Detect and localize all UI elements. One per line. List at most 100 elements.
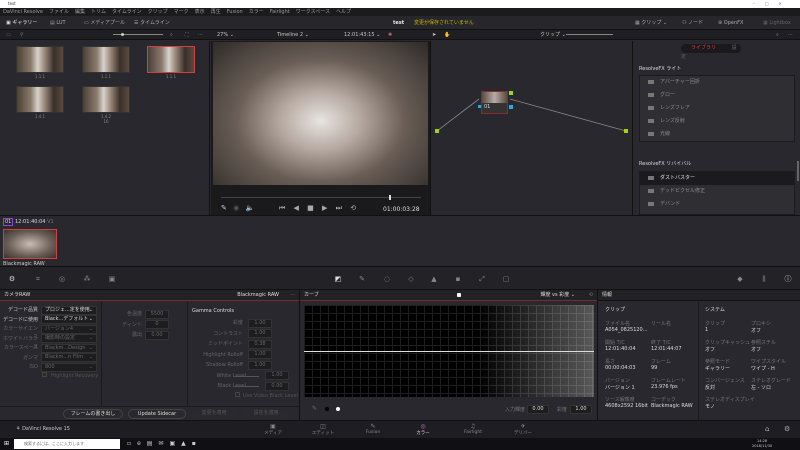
raw-field-dropdown[interactable]: プロジェ...定を使用 ⌄ [41,305,97,315]
menu-item[interactable]: DaVinci Resolve [3,9,43,15]
highlight-recovery-checkbox[interactable]: Highlight Recovery [42,372,98,380]
node-zoom-slider[interactable] [566,34,613,35]
timeline-dropdown[interactable]: Timeline 2 ⌄ [277,30,309,40]
person-icon[interactable]: ⚲ [20,30,24,40]
still-thumbnail[interactable] [82,86,130,113]
still-thumbnail[interactable] [16,46,64,73]
thumb-size-slider[interactable] [113,33,163,36]
menu-item[interactable]: 編集 [75,9,85,15]
raw-field-dropdown[interactable]: バージョン4 ⌄ [41,324,97,334]
reset-icon[interactable]: ⟲ [589,290,593,301]
camera-raw-icon[interactable]: ⚙ [8,275,16,283]
rgb-mixer-icon[interactable]: ⁂ [83,275,91,283]
play-button[interactable]: ▶ [322,204,327,212]
reverse-button[interactable]: ◀ [294,204,299,212]
timecode-dropdown[interactable]: 12:01:43:15 ⌄ [344,30,380,40]
menu-item[interactable]: カラー [249,9,264,15]
saturation-field[interactable]: 1.00 [570,405,592,414]
export-frame-button[interactable]: フレームの書き出し [63,409,123,419]
raw-field-dropdown[interactable]: Blackm...Design ⌄ [41,343,97,353]
fx-item[interactable]: ダストバスター [640,172,794,185]
raw-param-field[interactable]: 0.00 [145,330,169,340]
color-match-icon[interactable]: ⌗ [34,275,42,283]
last-frame-button[interactable]: ⏭ [336,204,342,212]
fx-item[interactable]: レンズフレア [640,102,794,115]
window-controls[interactable]: –□× [753,0,792,8]
fx-item[interactable]: デッドピクセル修正 [640,185,794,198]
fx-item[interactable]: アパーチャー回折 [640,76,794,89]
gamma-field[interactable]: 1.00 [248,329,272,338]
raw-field-dropdown[interactable]: Blackm...n Film ⌄ [41,353,97,362]
page-tab-2[interactable]: ✎ Fusion [358,423,388,435]
gamma-field[interactable]: 1.00 [248,318,272,328]
media-pool-button[interactable]: ▭ メディアプール [84,16,125,30]
fx-item[interactable]: 光線 [640,128,794,141]
still-thumbnail[interactable] [82,46,130,73]
fx-item[interactable]: デバンド [640,198,794,211]
3d-icon[interactable]: ▢ [502,275,510,283]
gamma-field[interactable]: 0.00 [265,381,289,391]
curve-picker-icon[interactable]: ✎ [312,405,317,412]
raw-param-field[interactable]: 0 [145,320,169,329]
color-wheels-icon[interactable]: ◎ [58,275,66,283]
pointer-icon[interactable]: ➤ [432,30,436,40]
node-mode-dropdown[interactable]: クリップ ⌄ [540,30,566,40]
lightbox-button[interactable]: ▦ Lightbox [763,16,791,30]
hand-icon[interactable]: ✋ [444,30,450,40]
motion-effects-icon[interactable]: ▣ [108,275,116,283]
window-icon[interactable]: ◌ [383,275,391,283]
more-icon[interactable]: ··· [290,290,295,301]
page-tab-4[interactable]: ♫ Fairlight [458,423,488,435]
start-icon[interactable]: ⊞ [4,440,9,447]
library-search-icon[interactable]: ⌕ [776,30,779,40]
fx-item[interactable]: グロー [640,89,794,102]
settings-icon[interactable]: ⚙ [784,425,790,433]
gamma-slider[interactable] [235,386,259,387]
menu-item[interactable]: トリム [91,9,106,15]
raw-field-dropdown[interactable]: 800 ⌄ [41,362,97,372]
black-point-icon[interactable] [325,407,329,411]
library-scrollbar[interactable] [797,161,799,181]
still-thumbnail[interactable] [147,46,195,73]
menu-item[interactable]: タイムライン [112,9,142,15]
curves-icon[interactable]: ◩ [334,275,342,283]
gamma-field[interactable]: 1.00 [248,360,272,370]
use-video-black-checkbox[interactable]: Use Video Black Level [235,392,298,400]
white-point-icon[interactable] [336,407,340,411]
curve-line[interactable] [304,351,594,352]
still-thumbnail[interactable] [16,86,64,113]
menu-item[interactable]: ワークスペース [296,9,330,15]
tab-library[interactable]: ライブラリ [681,45,716,51]
menu-item[interactable]: ファイル [49,9,69,15]
lut-button[interactable]: ▤ LUT [50,16,66,30]
taskbar-search[interactable]: 検索するには、ここに入力します [14,439,120,449]
menu-item[interactable]: クリップ [148,9,168,15]
highlight-icon[interactable]: ◉ [233,204,241,212]
page-tab-5[interactable]: ✈ デリバー [508,423,538,436]
scrubber-bar[interactable] [221,195,421,200]
more-icon[interactable]: ··· [198,30,203,40]
menu-item[interactable]: マーク [174,9,189,15]
raw-field-dropdown[interactable]: 撮影時の設定 ⌄ [41,334,97,343]
audio-icon[interactable]: 🔈 [245,204,256,212]
curve-graph[interactable] [304,305,594,397]
layout-icon[interactable]: ▭ [6,30,11,40]
color-wheel-icon[interactable]: ✺ [388,30,392,40]
curve-page-indicator[interactable] [457,293,461,297]
apply-settings-button[interactable]: 設定を適用 [244,409,288,419]
scopes-icon[interactable]: ⫼ [760,275,768,283]
nodes-button[interactable]: ⚇ ノード [682,16,703,30]
first-frame-button[interactable]: ⏮ [279,204,285,212]
menu-item[interactable]: ヘルプ [336,9,351,15]
page-tab-1[interactable]: ◫ エディット [308,423,338,436]
info-icon[interactable]: ⓘ [784,275,792,283]
stop-button[interactable]: ■ [307,204,314,212]
gamma-field[interactable]: 1.00 [265,371,289,380]
fit-icon[interactable]: ⛶ [185,30,189,40]
input-luma-field[interactable]: 0.00 [527,405,549,414]
fx-item[interactable]: レンズ反射 [640,115,794,128]
apply-changes-button[interactable]: 変更を適用 [192,409,236,419]
eyedropper-icon[interactable]: ✎ [221,204,229,212]
raw-param-field[interactable]: 5500 [145,309,169,319]
gamma-field[interactable]: 1.00 [248,350,272,359]
